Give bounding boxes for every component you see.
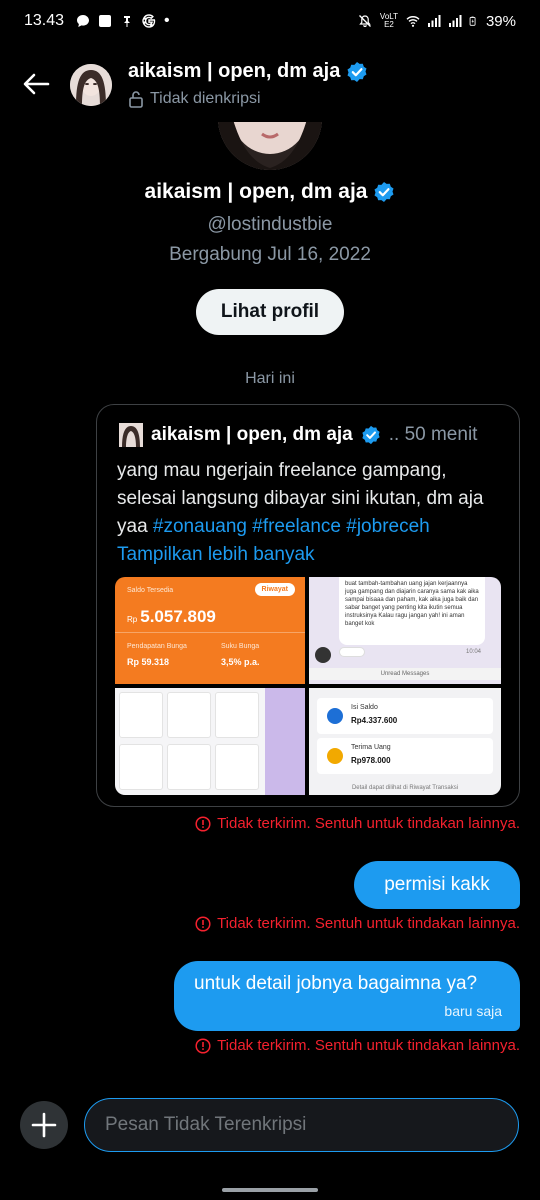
profile-joined-date: Bergabung Jul 16, 2022: [169, 244, 371, 265]
status-bar: 13.43 • VoLTE2 39%: [0, 0, 540, 42]
view-profile-button[interactable]: Lihat profil: [196, 289, 344, 335]
send-error-notice[interactable]: Tidak terkirim. Sentuh untuk tindakan la…: [195, 1037, 520, 1054]
send-error-notice[interactable]: Tidak terkirim. Sentuh untuk tindakan la…: [195, 815, 520, 832]
verified-badge-icon: [374, 182, 394, 202]
verified-badge-icon: [347, 61, 367, 82]
profile-name: aikaism | open, dm aja: [0, 180, 540, 204]
day-separator: Hari ini: [245, 370, 295, 387]
more-notifications-dot: •: [164, 12, 170, 29]
order-card: [167, 692, 211, 738]
message-timestamp: baru saja: [444, 1003, 502, 1019]
media-balance-screenshot[interactable]: Saldo Tersedia Riwayat Rp 5.057.809 Penda…: [115, 577, 305, 684]
receive-value: Rp978.000: [351, 756, 391, 765]
topup-row: Isi Saldo Rp4.337.600: [317, 698, 493, 734]
receive-label: Terima Uang: [351, 744, 391, 751]
coin-icon: [327, 748, 343, 764]
interest-rate-value: 3,5% p.a.: [221, 657, 260, 667]
shared-post-avatar: [119, 423, 143, 447]
mute-icon: [359, 15, 371, 27]
hashtag-link[interactable]: #jobreceh: [346, 516, 429, 537]
shared-post-author: aikaism | open, dm aja: [151, 424, 353, 445]
chat-notification-icon: [77, 15, 90, 27]
gesture-home-bar[interactable]: [222, 1188, 318, 1192]
header-name-text: aikaism | open, dm aja: [128, 60, 341, 82]
chat-bubble: buat tambah-tambahan uang jajan kerjaann…: [339, 577, 485, 645]
unlocked-icon: [129, 91, 143, 108]
show-more-link[interactable]: Tampilkan lebih banyak: [117, 541, 507, 569]
order-card: [119, 744, 163, 790]
hashtag-link[interactable]: #zonauang: [153, 516, 247, 537]
plus-icon: [31, 1112, 57, 1138]
order-card: [215, 692, 259, 738]
shared-post-text: yang mau ngerjain freelance gampang, sel…: [117, 457, 507, 569]
saldo-value: 5.057.809: [140, 607, 216, 626]
unread-messages-bar: Unread Messages: [309, 668, 501, 680]
volte-indicator: VoLTE2: [379, 12, 399, 29]
order-card: [119, 692, 163, 738]
back-arrow-icon[interactable]: [20, 68, 52, 100]
hashtag-link[interactable]: #freelance: [252, 516, 341, 537]
encryption-status-text: Tidak dienkripsi: [150, 90, 261, 107]
chat-reaction: [339, 647, 365, 657]
riwayat-pill: Riwayat: [254, 583, 295, 596]
verified-badge-icon: [362, 425, 380, 445]
conversation-header: aikaism | open, dm aja Tidak dienkripsi: [0, 52, 540, 122]
order-card: [215, 744, 259, 790]
interest-income-label: Pendapatan Bunga: [127, 643, 187, 650]
interest-rate-label: Suku Bunga: [221, 643, 260, 650]
header-avatar[interactable]: [70, 64, 112, 106]
media-orders-screenshot[interactable]: [115, 688, 305, 795]
topup-value: Rp4.337.600: [351, 716, 398, 725]
topup-label: Isi Saldo: [351, 704, 378, 711]
add-attachment-button[interactable]: [20, 1101, 68, 1149]
battery-level: 39%: [485, 12, 516, 30]
google-icon: [142, 14, 156, 28]
send-error-text: Tidak terkirim. Sentuh untuk tindakan la…: [217, 815, 520, 832]
signal-2-icon: [448, 15, 462, 27]
receive-row: Terima Uang Rp978.000: [317, 738, 493, 774]
interest-income-value: Rp 59.318: [127, 657, 170, 667]
transaction-note: Detail dapat dilihat di Riwayat Transaks…: [351, 785, 459, 791]
saldo-currency: Rp: [127, 615, 138, 624]
sent-message-text: untuk detail jobnya bagaimna ya?: [194, 973, 478, 994]
error-icon: [195, 1037, 211, 1054]
sent-message[interactable]: untuk detail jobnya bagaimna ya? baru sa…: [174, 961, 520, 1031]
wifi-icon: [406, 16, 420, 27]
saldo-label: Saldo Tersedia: [127, 587, 174, 594]
profile-handle: @lostindustbie: [207, 214, 333, 235]
pin-notification-icon: [124, 16, 131, 27]
signal-1-icon: [427, 15, 441, 27]
header-name[interactable]: aikaism | open, dm aja: [128, 60, 368, 83]
media-chat-screenshot[interactable]: buat tambah-tambahan uang jajan kerjaann…: [309, 577, 501, 684]
plus-circle-icon: [327, 708, 343, 724]
message-input[interactable]: [84, 1098, 519, 1152]
shared-post-card[interactable]: aikaism | open, dm aja .. 50 menit yang …: [96, 404, 520, 807]
chat-avatar: [315, 647, 331, 663]
encryption-status: Tidak dienkripsi: [128, 90, 261, 108]
shared-post-media-grid[interactable]: Saldo Tersedia Riwayat Rp 5.057.809 Penda…: [115, 577, 501, 795]
app-notification-icon: [99, 15, 112, 27]
order-sidebar-panel: [265, 688, 305, 795]
order-card: [167, 744, 211, 790]
shared-post-time: .. 50 menit: [388, 424, 478, 445]
sent-message-text: permisi kakk: [384, 874, 490, 895]
error-icon: [195, 915, 211, 932]
send-error-text: Tidak terkirim. Sentuh untuk tindakan la…: [217, 915, 520, 932]
sent-message[interactable]: permisi kakk: [354, 861, 520, 909]
profile-name-text: aikaism | open, dm aja: [144, 180, 368, 203]
media-transactions-screenshot[interactable]: Isi Saldo Rp4.337.600 Terima Uang Rp978.…: [309, 688, 501, 795]
send-error-notice[interactable]: Tidak terkirim. Sentuh untuk tindakan la…: [195, 915, 520, 932]
saldo-amount: Rp 5.057.809: [127, 607, 216, 627]
battery-charging-icon: [469, 16, 476, 26]
shared-post-header: aikaism | open, dm aja .. 50 menit: [119, 423, 501, 447]
chat-time: 10:04: [465, 649, 481, 655]
send-error-text: Tidak terkirim. Sentuh untuk tindakan la…: [217, 1037, 520, 1054]
clock: 13.43: [24, 12, 65, 29]
error-icon: [195, 815, 211, 832]
